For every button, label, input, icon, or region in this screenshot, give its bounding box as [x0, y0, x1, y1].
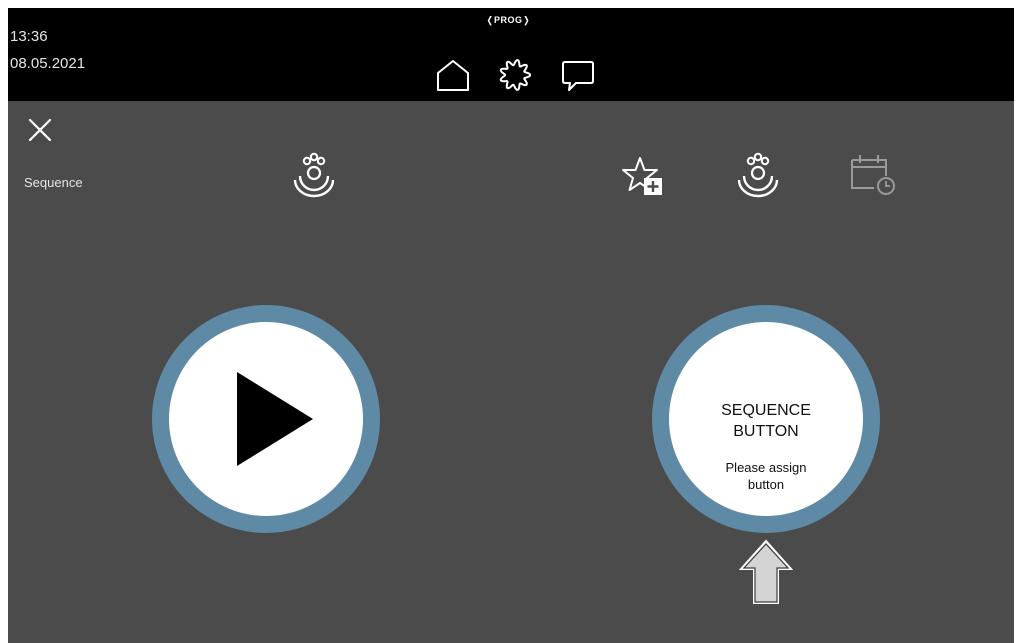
- app-screen: 13:36 08.05.2021 ❬PROG❭ Sequence SEQUENC…: [8, 8, 1014, 643]
- gear-icon[interactable]: [498, 58, 532, 97]
- prog-label: PROG: [494, 15, 523, 25]
- clock-time: 13:36: [10, 28, 48, 45]
- close-icon: [28, 118, 52, 142]
- sequence-button-face: SEQUENCE BUTTON Please assign button: [669, 322, 863, 516]
- shower-icon[interactable]: [290, 152, 338, 205]
- chat-icon[interactable]: [560, 59, 596, 98]
- play-button[interactable]: [152, 305, 380, 533]
- chevron-left-icon: ❬: [486, 15, 495, 25]
- sequence-button-title: SEQUENCE BUTTON: [721, 402, 811, 440]
- prog-indicator[interactable]: ❬PROG❭: [486, 15, 531, 26]
- calendar-clock-icon: [848, 150, 900, 205]
- close-button[interactable]: [26, 116, 54, 149]
- favorite-add-icon[interactable]: [620, 154, 666, 205]
- clock-date: 08.05.2021: [10, 55, 86, 72]
- sequence-button-hint: Please assign button: [725, 460, 807, 492]
- arrow-up-icon: [736, 535, 796, 612]
- chevron-right-icon: ❭: [522, 15, 531, 25]
- play-button-face: [169, 322, 363, 516]
- play-icon: [237, 372, 313, 466]
- top-bar: 13:36 08.05.2021 ❬PROG❭: [8, 8, 1014, 101]
- sequence-button[interactable]: SEQUENCE BUTTON Please assign button: [652, 305, 880, 533]
- home-icon[interactable]: [435, 58, 471, 97]
- screen-title: Sequence: [24, 175, 83, 190]
- shower-icon[interactable]: [734, 152, 782, 205]
